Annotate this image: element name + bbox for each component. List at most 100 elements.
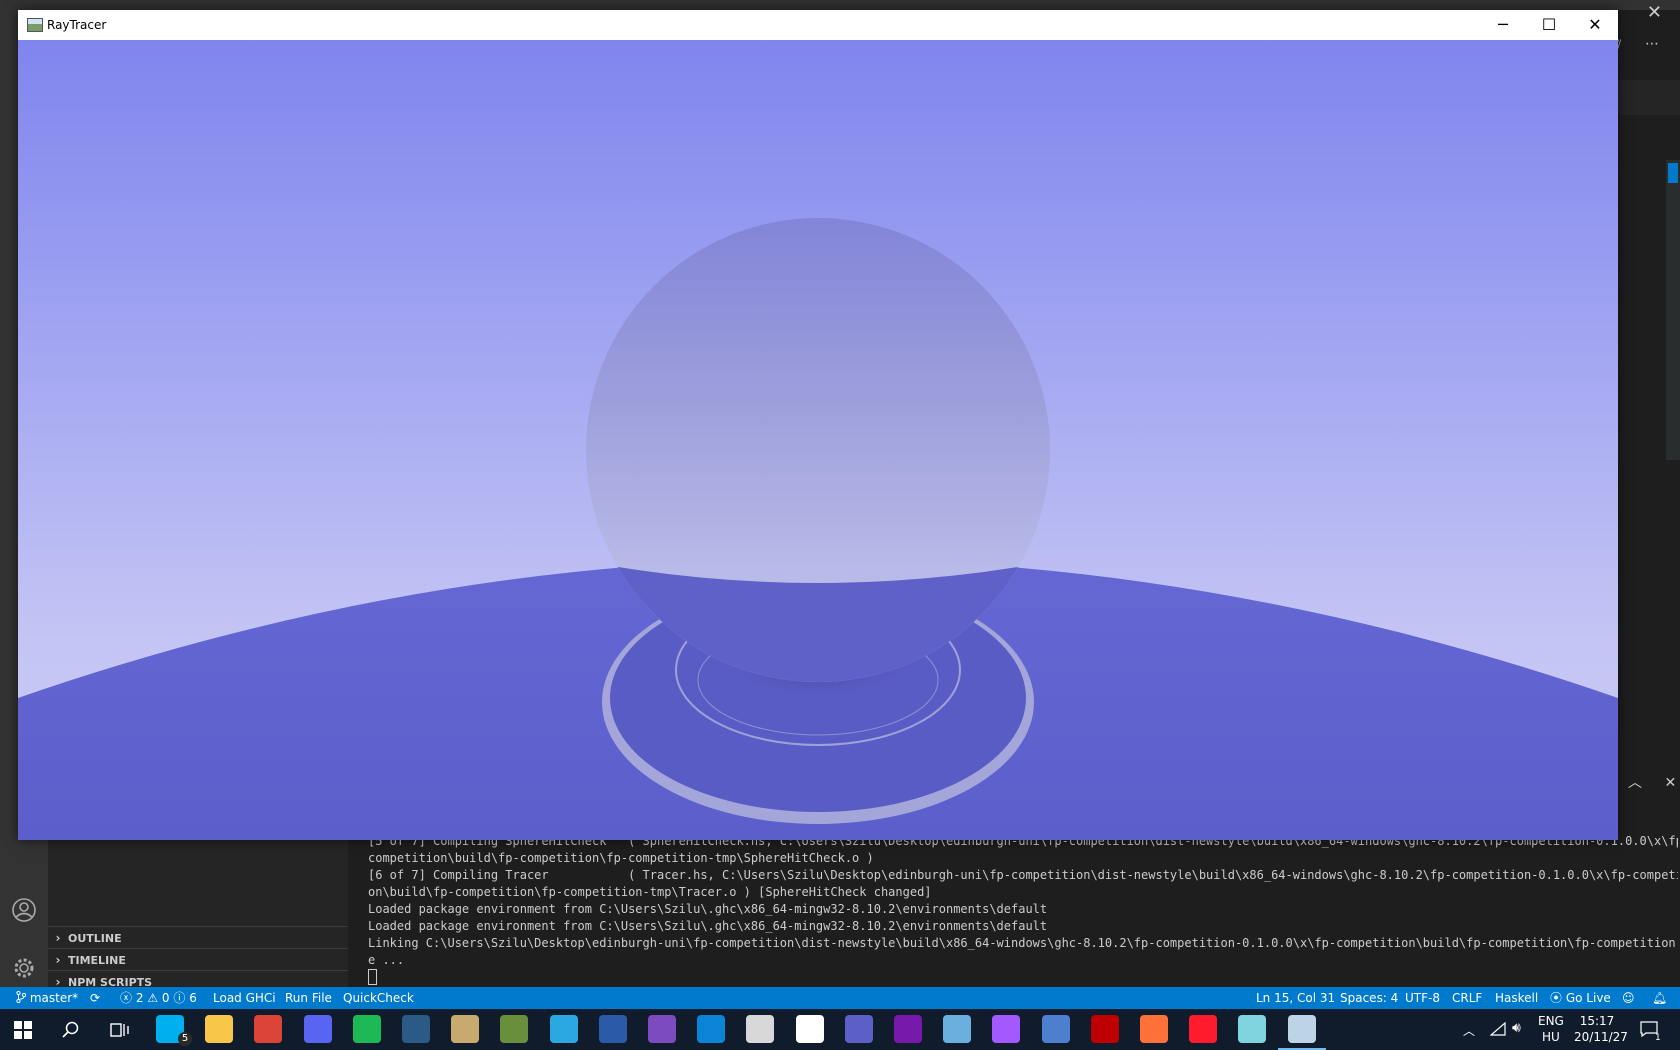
onenote-icon[interactable]: [894, 1015, 922, 1043]
sync-icon[interactable]: ⟳: [90, 987, 100, 1009]
keyboard-layout: HU: [1542, 1030, 1560, 1044]
git-branch-icon: [16, 990, 27, 1004]
figma-icon[interactable]: [992, 1015, 1021, 1043]
editor-tab-strip: [1618, 80, 1680, 115]
error-icon: ⓧ: [120, 991, 133, 1005]
vscode-title-bar: ✕: [0, 0, 1680, 23]
spotify-icon[interactable]: [352, 1015, 381, 1043]
go-live-button[interactable]: ⦿ Go Live: [1550, 987, 1611, 1009]
broadcast-icon: ⦿: [1550, 991, 1563, 1005]
terminal-line: competition\build\fp-competition\fp-comp…: [368, 851, 874, 865]
raytracer-window[interactable]: RayTracer ─ ☐ ✕: [18, 10, 1618, 840]
terminal-cursor: [368, 969, 377, 985]
encoding[interactable]: UTF-8: [1405, 987, 1440, 1009]
terminal-line: Loaded package environment from C:\Users…: [368, 902, 1048, 916]
chevron-right-icon: ›: [55, 931, 61, 945]
terminal-line: Linking C:\Users\Szilu\Desktop\edinburgh…: [368, 936, 1678, 950]
language-code: ENG: [1538, 1014, 1564, 1028]
quickcheck-button[interactable]: QuickCheck: [343, 987, 414, 1009]
window-title: RayTracer: [47, 18, 107, 32]
manage-gear-icon[interactable]: [10, 954, 38, 982]
panel-controls: ︿ ✕: [1610, 772, 1676, 792]
visual-studio-icon[interactable]: [648, 1015, 676, 1043]
tray-chevron-icon[interactable]: ︿: [1463, 1022, 1475, 1039]
windows-taskbar: 5 ︿ 🔊︎ ENG HU 15:17 20/11/27 1: [0, 1009, 1680, 1050]
editor-right-edge: [1618, 40, 1680, 780]
network-icon[interactable]: [1490, 1022, 1506, 1036]
raytracer-title-bar[interactable]: RayTracer ─ ☐ ✕: [18, 10, 1618, 40]
task-view-icon[interactable]: [110, 1021, 130, 1039]
language-mode[interactable]: Haskell: [1495, 987, 1538, 1009]
status-bar: master* ⟳ ⓧ 2 ⚠ 0 ⓘ 6 Load GHCi Run File…: [0, 987, 1680, 1009]
electron-app-icon[interactable]: [402, 1015, 430, 1043]
branch-indicator[interactable]: master*: [16, 987, 78, 1009]
sidebar-section-outline[interactable]: › OUTLINE: [48, 926, 348, 949]
clock[interactable]: 15:17 20/11/27: [1574, 1013, 1628, 1045]
more-actions-icon[interactable]: ⋯: [1645, 36, 1659, 52]
search-icon[interactable]: [62, 1021, 80, 1039]
terminal-line: Loaded package environment from C:\Users…: [368, 919, 1048, 933]
minimize-icon[interactable]: ─: [1480, 10, 1526, 40]
terminal-line: on\build\fp-competition\fp-competition-t…: [368, 885, 932, 899]
feedback-icon[interactable]: ☺: [1622, 987, 1635, 1009]
error-count: 2: [135, 991, 144, 1005]
notification-count: 1: [1655, 1033, 1661, 1043]
volume-icon[interactable]: 🔊︎: [1512, 1020, 1521, 1036]
clock-time: 15:17: [1579, 1014, 1615, 1028]
section-label: OUTLINE: [68, 932, 122, 945]
opera-icon[interactable]: [1189, 1015, 1218, 1043]
warning-icon: ⚠: [147, 991, 159, 1005]
eraser-app-icon[interactable]: [1238, 1015, 1267, 1043]
windows-start-icon[interactable]: [14, 1021, 32, 1039]
end-of-line[interactable]: CRLF: [1452, 987, 1482, 1009]
close-panel-icon[interactable]: ✕: [1664, 775, 1676, 791]
render-canvas: [18, 40, 1618, 840]
raytracer-app-icon: [27, 18, 43, 32]
editor-scrollbar[interactable]: [1666, 160, 1680, 460]
filezilla-icon[interactable]: [1090, 1015, 1119, 1043]
terminal-panel[interactable]: [5 of 7] Compiling SphereHitCheck ( Sphe…: [348, 834, 1680, 988]
branch-name: master*: [29, 991, 79, 1005]
maximize-icon[interactable]: ☐: [1526, 10, 1572, 40]
raytracer-app-icon[interactable]: [1287, 1015, 1316, 1043]
terminal-line: e ...: [368, 953, 405, 967]
chevron-right-icon: ›: [55, 953, 61, 967]
scrollbar-cursor-marker: [1668, 163, 1678, 183]
problems-indicator[interactable]: ⓧ 2 ⚠ 0 ⓘ 6: [120, 987, 197, 1009]
terminal-prompt[interactable]: [368, 969, 1678, 988]
language-indicator[interactable]: ENG HU: [1538, 1013, 1564, 1045]
notifications-bell-icon[interactable]: 🔔︎: [1652, 987, 1667, 1009]
discord-icon[interactable]: [303, 1015, 332, 1043]
vscode-close-icon[interactable]: ✕: [1647, 2, 1662, 23]
firefox-icon[interactable]: [1140, 1015, 1168, 1043]
sidebar-section-timeline[interactable]: › TIMELINE: [48, 948, 348, 971]
settings-wheel-icon[interactable]: [795, 1015, 824, 1043]
vscode-icon[interactable]: [697, 1015, 726, 1043]
sync-app-icon[interactable]: [549, 1015, 578, 1043]
teams-icon[interactable]: [844, 1015, 873, 1043]
section-label: TIMELINE: [68, 954, 126, 967]
run-file-button[interactable]: Run File: [285, 987, 332, 1009]
go-live-label: Go Live: [1565, 991, 1611, 1005]
info-count: 6: [189, 991, 197, 1005]
minecraft-icon[interactable]: [500, 1015, 529, 1043]
clock-date: 20/11/27: [1574, 1030, 1628, 1044]
explorer-sidebar: › OUTLINE › TIMELINE › NPM SCRIPTS: [48, 836, 348, 989]
account-icon[interactable]: [10, 896, 38, 924]
skype-badge: 5: [178, 1032, 192, 1046]
virtualbox-icon[interactable]: [943, 1015, 972, 1043]
close-icon[interactable]: ✕: [1572, 10, 1618, 40]
network-tool-icon[interactable]: [1041, 1015, 1070, 1043]
load-ghci-button[interactable]: Load GHCi: [213, 987, 276, 1009]
indentation[interactable]: Spaces: 4: [1340, 987, 1398, 1009]
league-icon[interactable]: [451, 1015, 480, 1043]
info-icon: ⓘ: [173, 991, 186, 1005]
terminal-line: [6 of 7] Compiling Tracer ( Tracer.hs, C…: [368, 868, 1678, 882]
maximize-panel-icon[interactable]: ︿: [1628, 775, 1642, 791]
powershell-icon[interactable]: [598, 1015, 627, 1043]
file-explorer-icon[interactable]: [205, 1015, 234, 1043]
warning-count: 0: [161, 991, 170, 1005]
mail-icon[interactable]: [746, 1015, 775, 1043]
chrome-icon[interactable]: [254, 1015, 283, 1043]
cursor-position[interactable]: Ln 15, Col 31: [1256, 987, 1335, 1009]
